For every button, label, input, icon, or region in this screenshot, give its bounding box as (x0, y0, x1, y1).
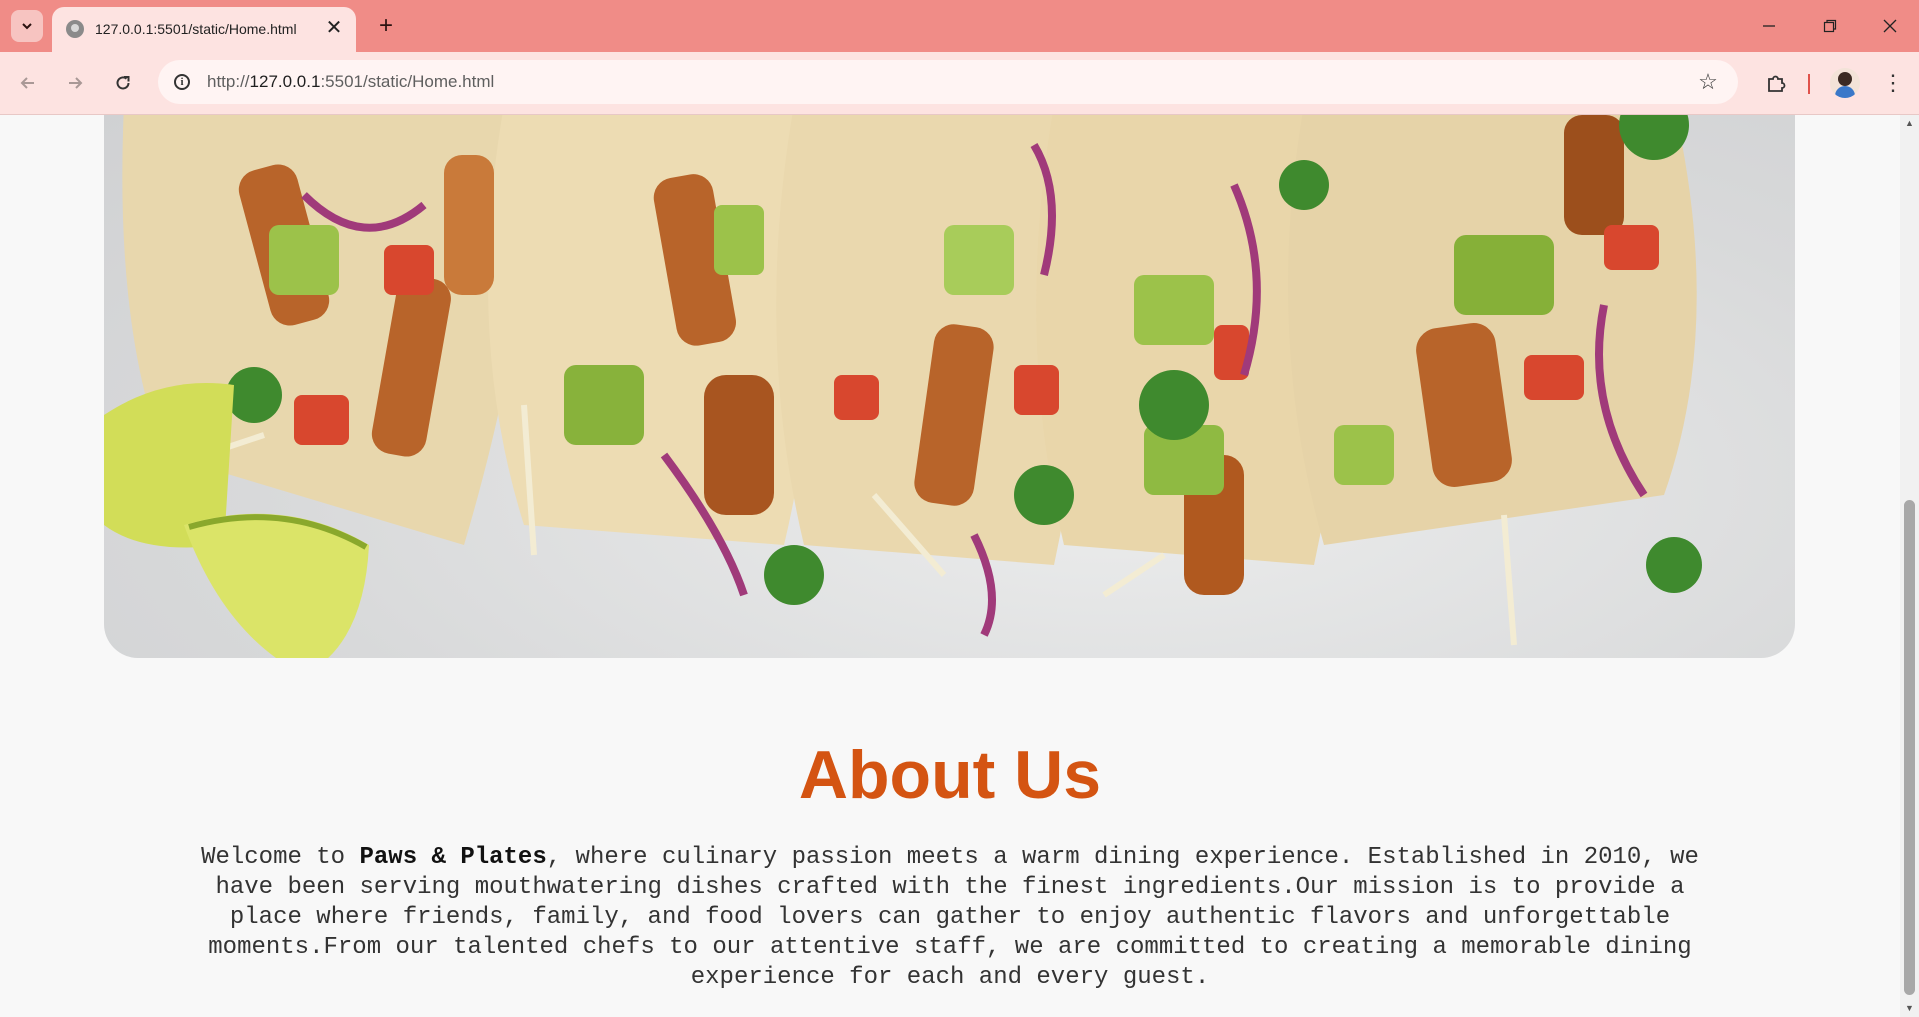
url-text[interactable]: http://127.0.0.1:5501/static/Home.html (207, 72, 494, 92)
kebab-menu-icon: ⋮ (1882, 70, 1904, 95)
info-icon: i (174, 74, 190, 90)
browser-menu-button[interactable]: ⋮ (1878, 67, 1908, 99)
puzzle-icon (1768, 75, 1786, 92)
arrow-left-icon (20, 77, 34, 89)
hero-image (104, 115, 1795, 658)
toolbar-divider (1808, 74, 1810, 94)
about-paragraph: Welcome to Paws & Plates, where culinary… (195, 843, 1705, 993)
browser-titlebar: 127.0.0.1:5501/static/Home.html ✕ + (0, 0, 1919, 52)
chevron-down-icon (22, 23, 32, 30)
browser-toolbar: i http://127.0.0.1:5501/static/Home.html… (0, 52, 1919, 115)
arrow-right-icon (69, 77, 83, 89)
tab-search-button[interactable] (11, 10, 43, 42)
minimize-icon (1763, 25, 1775, 27)
profile-avatar[interactable] (1830, 68, 1860, 98)
about-heading: About Us (798, 737, 1102, 813)
new-tab-button[interactable]: + (372, 12, 400, 40)
close-window-button[interactable] (1867, 10, 1913, 42)
address-bar[interactable]: i http://127.0.0.1:5501/static/Home.html… (158, 60, 1738, 104)
about-intro: Welcome to (201, 844, 360, 871)
brand-name: Paws & Plates (359, 844, 547, 871)
site-info-button[interactable]: i (168, 68, 196, 96)
tab-close-button[interactable]: ✕ (322, 16, 346, 40)
close-icon: ✕ (325, 17, 343, 39)
tab-title: 127.0.0.1:5501/static/Home.html (95, 21, 297, 37)
url-path: :5501/static/Home.html (320, 72, 495, 91)
scrollbar-thumb[interactable] (1904, 500, 1915, 995)
back-button[interactable] (12, 67, 44, 99)
url-host: 127.0.0.1 (249, 72, 321, 91)
tacos-photo (104, 115, 1702, 658)
close-icon (1883, 19, 1897, 33)
extensions-button[interactable] (1760, 67, 1792, 99)
scroll-up-arrow[interactable]: ▲ (1900, 115, 1919, 132)
forward-button[interactable] (59, 67, 91, 99)
page-scrollbar[interactable]: ▲ ▼ (1900, 115, 1919, 1017)
reload-button[interactable] (107, 67, 139, 99)
reload-icon (116, 76, 130, 90)
scroll-down-arrow[interactable]: ▼ (1900, 1000, 1919, 1017)
restore-icon (1823, 19, 1837, 33)
plus-icon: + (378, 12, 393, 39)
star-icon: ☆ (1698, 69, 1718, 94)
restore-button[interactable] (1807, 10, 1853, 42)
globe-icon (66, 20, 84, 38)
minimize-button[interactable] (1746, 10, 1792, 42)
bookmark-button[interactable]: ☆ (1694, 68, 1722, 96)
page-viewport: About Us Welcome to Paws & Plates, where… (0, 115, 1900, 1017)
url-prefix: http:// (207, 72, 250, 91)
browser-tab[interactable]: 127.0.0.1:5501/static/Home.html ✕ (52, 7, 356, 52)
